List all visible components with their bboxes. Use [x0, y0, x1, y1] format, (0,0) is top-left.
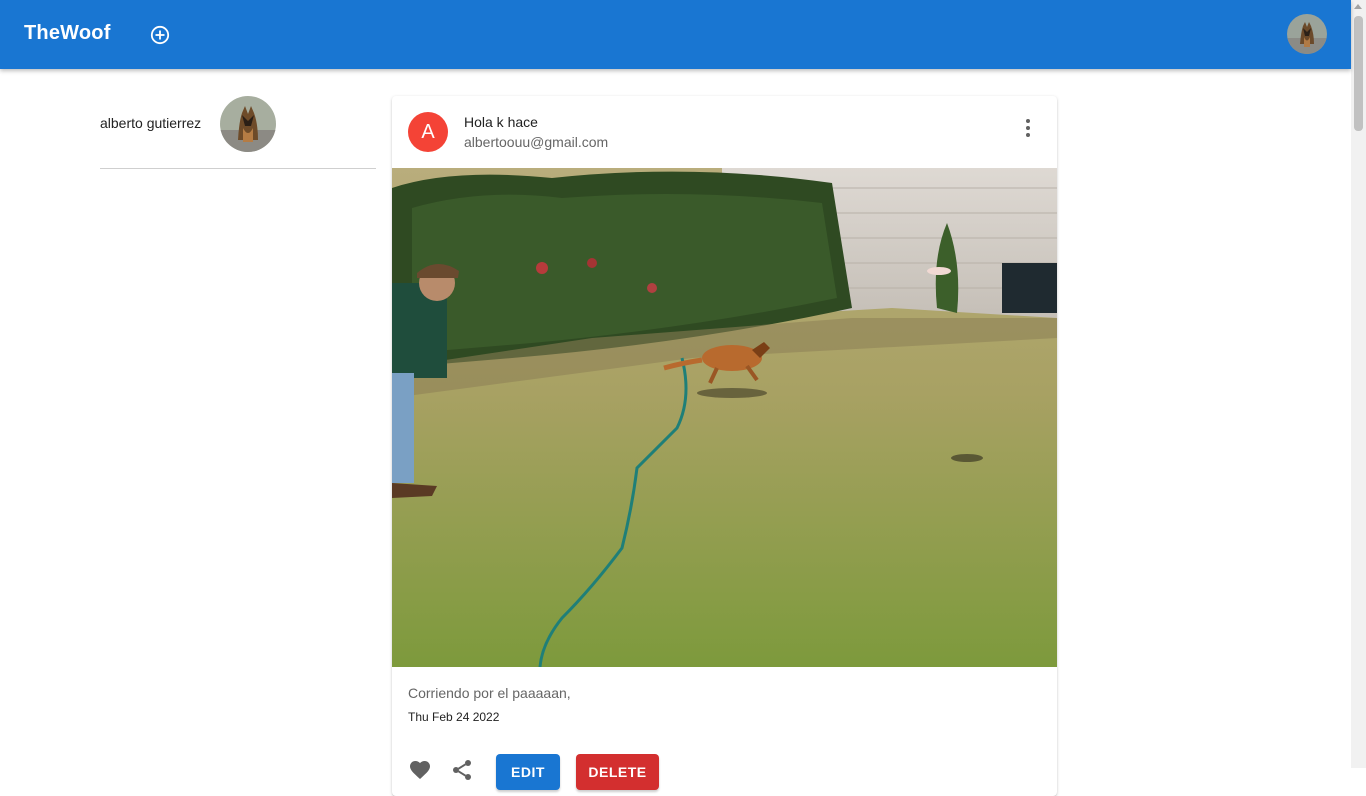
app-bar: TheWoof: [0, 0, 1351, 69]
post-author-avatar[interactable]: A: [408, 112, 448, 152]
profile-sidebar: alberto gutierrez: [100, 96, 376, 169]
dog-photo-avatar: [220, 96, 276, 152]
heart-icon: [410, 761, 430, 779]
app-title[interactable]: TheWoof: [24, 22, 111, 45]
add-circle-icon: [150, 25, 170, 45]
share-icon: [453, 760, 471, 780]
post-date: Thu Feb 24 2022: [408, 710, 500, 724]
post-description: Corriendo por el paaaaan,: [408, 685, 571, 701]
dog-photo-avatar: [1287, 14, 1327, 54]
post-image[interactable]: [392, 168, 1057, 668]
delete-button[interactable]: DELETE: [576, 754, 659, 790]
post-title: Hola k hace: [464, 114, 538, 130]
more-vert-icon-dot: [1026, 126, 1030, 130]
scroll-thumb[interactable]: [1354, 16, 1363, 131]
edit-button[interactable]: EDIT: [496, 754, 560, 790]
post-author-email: albertoouu@gmail.com: [464, 134, 609, 150]
more-vert-icon-dot: [1026, 133, 1030, 137]
profile-name: alberto gutierrez: [100, 115, 202, 131]
user-avatar[interactable]: [1287, 14, 1327, 54]
like-button[interactable]: [408, 758, 432, 782]
more-vert-icon-dot: [1026, 119, 1030, 123]
profile-avatar[interactable]: [220, 96, 276, 152]
post-card: A Hola k hace albertoouu@gmail.com Corri…: [392, 96, 1057, 796]
dog-running-photo: [392, 168, 1057, 668]
add-post-button[interactable]: [146, 21, 174, 49]
scroll-up-arrow-icon[interactable]: [1354, 4, 1362, 9]
page-scrollbar[interactable]: [1351, 0, 1366, 768]
share-button[interactable]: [450, 758, 474, 782]
post-actions: EDIT DELETE: [392, 750, 1057, 796]
more-options-button[interactable]: [1014, 112, 1042, 144]
